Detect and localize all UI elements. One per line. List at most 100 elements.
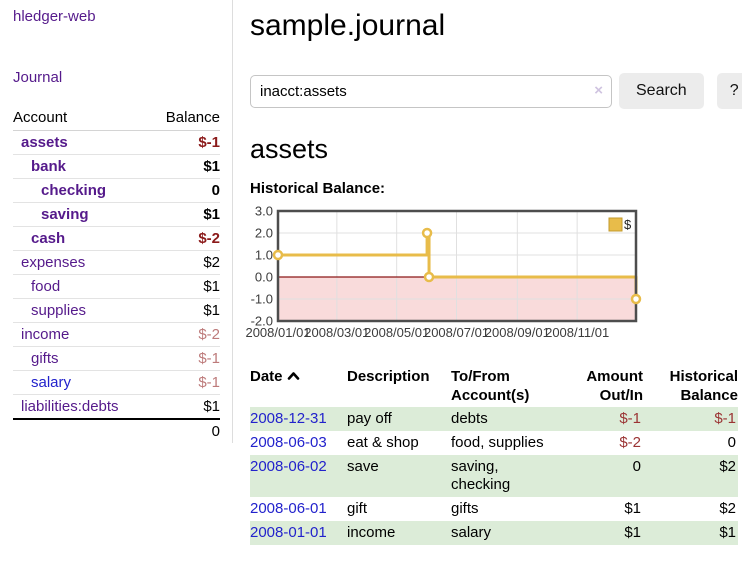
account-cell: gifts [451, 497, 563, 521]
description-cell: income [347, 521, 451, 545]
account-row: supplies $1 [13, 299, 220, 323]
amount-cell: $-1 [563, 407, 643, 431]
account-name-cell: assets [13, 131, 150, 155]
register-row: 2008-06-03eat & shopfood, supplies$-20 [250, 431, 738, 455]
description-cell: pay off [347, 407, 451, 431]
svg-text:0.0: 0.0 [255, 270, 273, 285]
chart-container: $3.02.01.00.0-1.0-2.02008/01/012008/03/0… [250, 207, 742, 343]
search-input[interactable] [250, 75, 612, 108]
svg-text:2008/09/01: 2008/09/01 [485, 325, 550, 340]
account-link[interactable]: liabilities:debts [13, 398, 119, 415]
account-link[interactable]: bank [13, 158, 66, 175]
date-link[interactable]: 2008-06-02 [250, 458, 327, 475]
account-link[interactable]: supplies [13, 302, 86, 319]
accounts-body: assets$-1bank$1checking0saving$1cash$-2e… [13, 131, 220, 420]
account-row: expenses $2 [13, 251, 220, 275]
account-name-cell: food [13, 275, 150, 299]
account-link[interactable]: income [13, 326, 69, 343]
account-cell: debts [451, 407, 563, 431]
register-header-description: Description [347, 365, 451, 407]
account-link[interactable]: food [13, 278, 60, 295]
accounts-header-account: Account [13, 106, 150, 131]
clear-search-icon[interactable]: × [594, 83, 603, 99]
account-name-cell: checking [13, 179, 150, 203]
account-name-cell: bank [13, 155, 150, 179]
description-cell: eat & shop [347, 431, 451, 455]
account-link[interactable]: gifts [13, 350, 59, 367]
account-row: bank $1 [13, 155, 220, 179]
register-header-account: To/From Account(s) [451, 365, 563, 407]
account-balance: $1 [150, 299, 220, 323]
account-row: salary$-1 [13, 371, 220, 395]
account-name-cell: cash [13, 227, 150, 251]
account-balance: $1 [150, 203, 220, 227]
search-input-wrap: × [250, 75, 612, 108]
date-link[interactable]: 2008-01-01 [250, 524, 327, 541]
balance-cell: 0 [643, 431, 738, 455]
account-row: cash $-2 [13, 227, 220, 251]
svg-text:2008/01/01: 2008/01/01 [245, 325, 310, 340]
main-content: sample.journal × Search ? assets Histori… [233, 0, 742, 555]
account-row: food $1 [13, 275, 220, 299]
amount-cell: $1 [563, 521, 643, 545]
svg-text:1.0: 1.0 [255, 248, 273, 263]
brand-link[interactable]: hledger-web [13, 8, 220, 25]
account-link[interactable]: expenses [13, 254, 85, 271]
account-heading: assets [250, 134, 742, 165]
account-row: income$-2 [13, 323, 220, 347]
date-cell: 2008-06-01 [250, 497, 347, 521]
accounts-total-row: 0 [13, 419, 220, 443]
svg-text:2.0: 2.0 [255, 226, 273, 241]
app: hledger-web Journal Account Balance asse… [0, 0, 742, 555]
svg-text:-1.0: -1.0 [251, 292, 273, 307]
nav-journal-link[interactable]: Journal [13, 69, 220, 86]
account-balance: $2 [150, 251, 220, 275]
register-body: 2008-12-31pay offdebts$-1$-12008-06-03ea… [250, 407, 738, 545]
svg-text:2008/11/01: 2008/11/01 [545, 325, 609, 340]
account-balance: 0 [150, 179, 220, 203]
accounts-header-row: Account Balance [13, 106, 220, 131]
amount-cell: 0 [563, 455, 643, 497]
account-balance: $1 [150, 395, 220, 420]
date-link[interactable]: 2008-06-03 [250, 434, 327, 451]
account-balance: $-2 [150, 227, 220, 251]
svg-text:2008/05/01: 2008/05/01 [364, 325, 429, 340]
date-link[interactable]: 2008-06-01 [250, 500, 327, 517]
register-table: Date Description To/From Account(s) Amou… [250, 365, 738, 545]
account-name-cell: gifts [13, 347, 150, 371]
date-link[interactable]: 2008-12-31 [250, 410, 327, 427]
register-header-balance: Historical Balance [643, 365, 738, 407]
page-title: sample.journal [250, 7, 742, 44]
register-row: 2008-06-01giftgifts$1$2 [250, 497, 738, 521]
description-cell: save [347, 455, 451, 497]
register-header-date[interactable]: Date [250, 365, 347, 407]
account-name-cell: income [13, 323, 150, 347]
account-row: saving $1 [13, 203, 220, 227]
account-link[interactable]: saving [13, 206, 89, 223]
register-header-amount: Amount Out/In [563, 365, 643, 407]
account-row: checking 0 [13, 179, 220, 203]
account-name-cell: liabilities:debts [13, 395, 150, 420]
account-balance: $1 [150, 155, 220, 179]
account-link[interactable]: cash [13, 230, 65, 247]
account-balance: $1 [150, 275, 220, 299]
account-link[interactable]: assets [13, 134, 68, 151]
accounts-header-balance: Balance [150, 106, 220, 131]
chart-heading: Historical Balance: [250, 180, 742, 197]
register-header-date-label: Date [250, 368, 283, 385]
svg-text:$: $ [624, 217, 632, 232]
balance-cell: $-1 [643, 407, 738, 431]
sidebar: hledger-web Journal Account Balance asse… [0, 0, 233, 443]
account-row: gifts$-1 [13, 347, 220, 371]
help-button[interactable]: ? [717, 73, 742, 109]
historical-balance-chart: $3.02.01.00.0-1.0-2.02008/01/012008/03/0… [250, 207, 650, 343]
date-cell: 2008-06-03 [250, 431, 347, 455]
register-row: 2008-12-31pay offdebts$-1$-1 [250, 407, 738, 431]
accounts-table: Account Balance assets$-1bank$1checking0… [13, 106, 220, 443]
date-cell: 2008-01-01 [250, 521, 347, 545]
search-button[interactable]: Search [619, 73, 704, 109]
account-link[interactable]: checking [13, 182, 106, 199]
account-name-cell: supplies [13, 299, 150, 323]
account-link[interactable]: salary [13, 374, 71, 391]
date-cell: 2008-06-02 [250, 455, 347, 497]
